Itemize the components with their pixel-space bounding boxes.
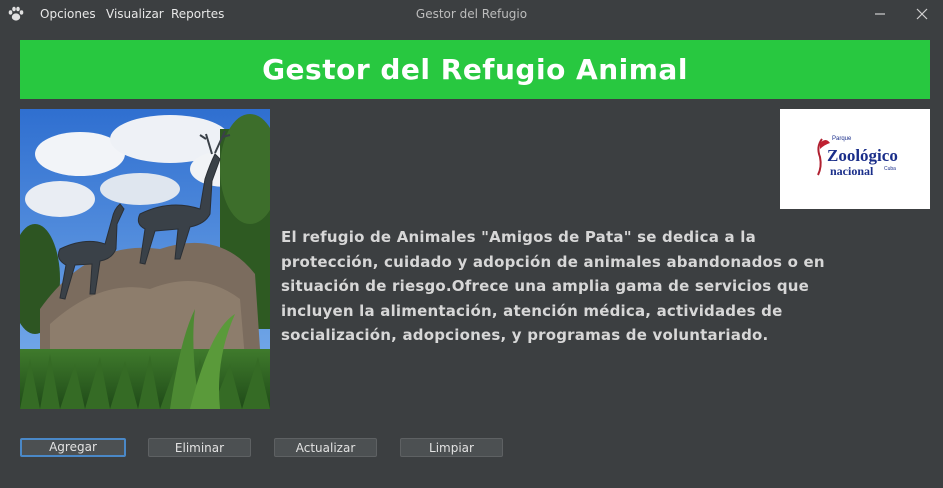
- zoo-logo: Parque Zoológico nacional Cuba: [780, 109, 930, 209]
- title-bar: Opciones Visualizar Reportes Gestor del …: [0, 0, 943, 28]
- logo-line3: nacional: [830, 164, 874, 178]
- logo-line4: Cuba: [884, 166, 896, 172]
- shelter-description: El refugio de Animales "Amigos de Pata" …: [281, 228, 825, 344]
- add-button[interactable]: Agregar: [20, 438, 126, 457]
- update-button[interactable]: Actualizar: [274, 438, 377, 457]
- close-icon[interactable]: [911, 4, 933, 24]
- menu-visualizar[interactable]: Visualizar: [106, 7, 164, 21]
- logo-line2: Zoológico: [827, 146, 898, 165]
- menu-reportes[interactable]: Reportes: [171, 7, 224, 21]
- paw-icon: [8, 6, 24, 21]
- minimize-icon[interactable]: [869, 4, 891, 24]
- deer-statue-photo: [20, 109, 270, 409]
- delete-button[interactable]: Eliminar: [148, 438, 251, 457]
- menu-opciones[interactable]: Opciones: [40, 7, 96, 21]
- header-banner: Gestor del Refugio Animal: [20, 40, 930, 99]
- page-title: Gestor del Refugio Animal: [262, 53, 688, 86]
- logo-line1: Parque: [832, 136, 852, 142]
- clear-button[interactable]: Limpiar: [400, 438, 503, 457]
